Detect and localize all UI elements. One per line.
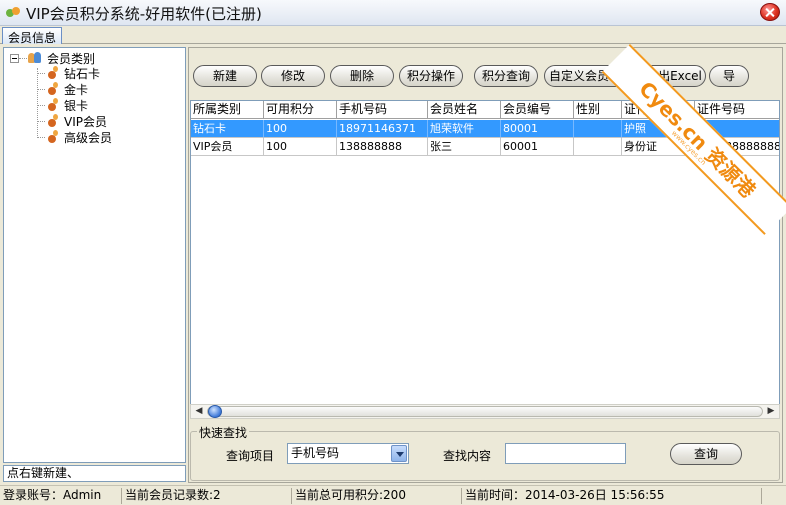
- quick-search-group: 快速查找 查询项目 手机号码 查找内容 查询: [190, 424, 780, 481]
- export-excel-button[interactable]: 导出Excel: [642, 65, 706, 87]
- quick-search-title: 快速查找: [197, 424, 250, 441]
- search-content-label: 查找内容: [443, 449, 492, 463]
- member-icon: [46, 130, 60, 144]
- tab-strip: 会员信息: [0, 26, 786, 45]
- member-icon: [46, 98, 60, 112]
- column-header[interactable]: 手机号码: [337, 101, 428, 119]
- toolbar: 新建 修改 删除 积分操作 积分查询 自定义会员信息 导出Excel 导: [189, 48, 782, 98]
- query-field-select[interactable]: 手机号码: [287, 443, 409, 464]
- window-title: VIP会员积分系统-好用软件(已注册): [26, 5, 262, 23]
- table-row[interactable]: 钻石卡 100 18971146371 旭荣软件 80001 护照: [191, 120, 779, 138]
- scroll-right-icon[interactable]: ▶: [764, 405, 778, 418]
- tree-item-gold[interactable]: 金卡: [46, 81, 88, 97]
- status-record-count: 当前会员记录数:2: [122, 488, 292, 504]
- table-row[interactable]: VIP会员 100 138888888 张三 60001 身份证 4888888…: [191, 138, 779, 156]
- query-button[interactable]: 查询: [670, 443, 742, 465]
- close-button[interactable]: [760, 3, 780, 21]
- column-header[interactable]: 性别: [574, 101, 622, 119]
- status-bar: 登录账号：Admin 当前会员记录数:2 当前总可用积分:200 当前时间：20…: [0, 485, 786, 505]
- query-field-value: 手机号码: [291, 446, 340, 460]
- member-icon: [46, 114, 60, 128]
- hint-text: 点右键新建、: [3, 465, 186, 482]
- points-query-button[interactable]: 积分查询: [474, 65, 538, 87]
- query-field-label: 查询项目: [226, 449, 275, 463]
- category-tree[interactable]: 会员类别 钻石卡 金卡 银卡 VIP会员 高级会员: [3, 47, 186, 463]
- column-header[interactable]: 会员姓名: [428, 101, 501, 119]
- chevron-down-icon[interactable]: [391, 445, 407, 462]
- horizontal-scrollbar[interactable]: ◀ ▶: [190, 404, 780, 419]
- member-panel: 新建 修改 删除 积分操作 积分查询 自定义会员信息 导出Excel 导 所属类…: [188, 47, 783, 483]
- points-operation-button[interactable]: 积分操作: [399, 65, 463, 87]
- app-icon: [6, 7, 20, 17]
- tab-member-info[interactable]: 会员信息: [2, 27, 63, 45]
- tree-item-senior[interactable]: 高级会员: [46, 129, 112, 145]
- title-bar: VIP会员积分系统-好用软件(已注册): [0, 0, 786, 26]
- scroll-left-icon[interactable]: ◀: [192, 405, 206, 418]
- tree-item-silver[interactable]: 银卡: [46, 97, 88, 113]
- column-header[interactable]: 可用积分: [264, 101, 337, 119]
- member-table[interactable]: 所属类别 可用积分 手机号码 会员姓名 会员编号 性别 证件类型 证件号码 钻石…: [190, 100, 780, 406]
- column-header[interactable]: 证件类型: [622, 101, 695, 119]
- status-account: 登录账号：Admin: [0, 488, 122, 504]
- tree-item-diamond[interactable]: 钻石卡: [46, 65, 100, 81]
- member-icon: [46, 66, 60, 80]
- delete-button[interactable]: 删除: [330, 65, 394, 87]
- custom-member-info-button[interactable]: 自定义会员信息: [544, 65, 638, 87]
- tree-collapse-icon[interactable]: [10, 54, 19, 63]
- new-button[interactable]: 新建: [193, 65, 257, 87]
- status-time: 当前时间：2014-03-26日 15:56:55: [462, 488, 762, 504]
- column-header[interactable]: 证件号码: [695, 101, 779, 119]
- scroll-knob[interactable]: [208, 405, 222, 418]
- member-icon: [46, 82, 60, 96]
- column-header[interactable]: 会员编号: [501, 101, 574, 119]
- import-button[interactable]: 导: [709, 65, 749, 87]
- edit-button[interactable]: 修改: [261, 65, 325, 87]
- scroll-thumb[interactable]: [207, 406, 763, 417]
- status-total-points: 当前总可用积分:200: [292, 488, 462, 504]
- table-header: 所属类别 可用积分 手机号码 会员姓名 会员编号 性别 证件类型 证件号码: [191, 101, 779, 119]
- column-header[interactable]: 所属类别: [191, 101, 264, 119]
- search-content-input[interactable]: [505, 443, 626, 464]
- tree-item-vip[interactable]: VIP会员: [46, 113, 107, 129]
- member-group-icon: [27, 51, 43, 65]
